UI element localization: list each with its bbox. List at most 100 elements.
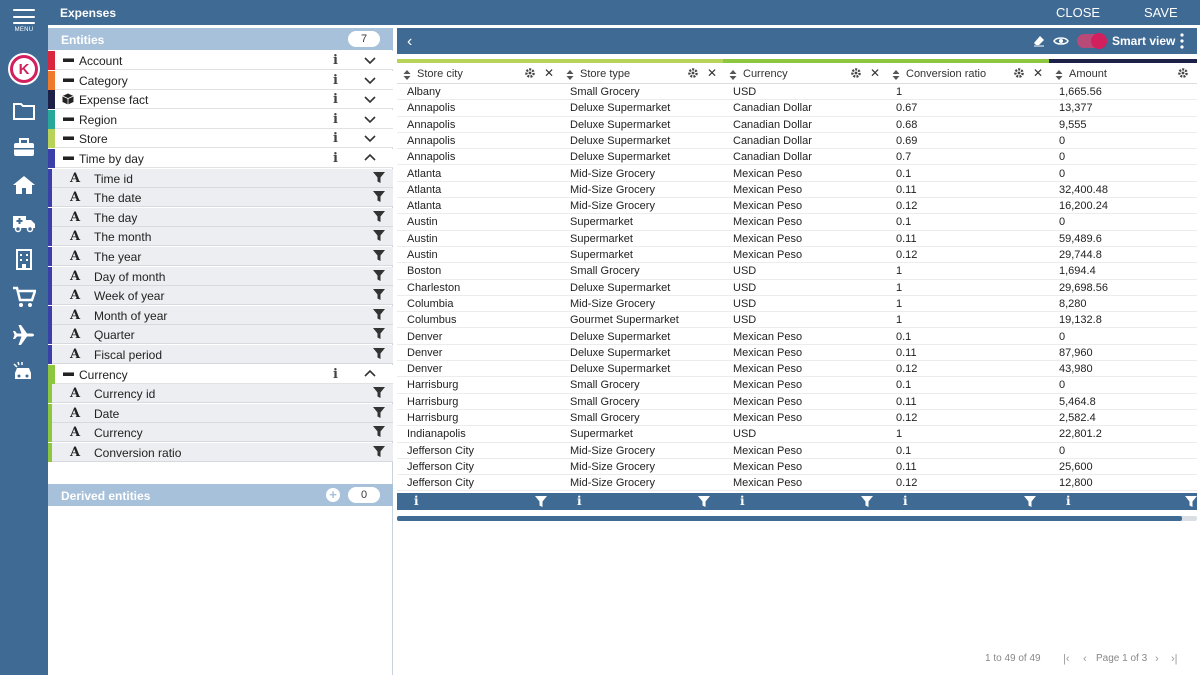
column-filter-icon[interactable]: [861, 496, 873, 508]
table-row[interactable]: Jefferson City Mid-Size Grocery Mexican Pe…: [397, 443, 1197, 459]
filter-icon[interactable]: [373, 308, 385, 321]
table-row[interactable]: Annapolis Deluxe Supermarket Canadian Doll…: [397, 117, 1197, 133]
info-icon[interactable]: i: [333, 131, 338, 146]
scrollbar-thumb[interactable]: [397, 516, 1182, 521]
chevron-up-icon[interactable]: [364, 152, 376, 164]
table-row[interactable]: Denver Deluxe Supermarket Mexican Peso 0.1 0: [397, 329, 1197, 345]
gear-icon[interactable]: [850, 67, 862, 79]
gear-icon[interactable]: [1013, 67, 1025, 79]
column-info-icon[interactable]: i: [1066, 494, 1071, 508]
attribute-row-the-month[interactable]: A The month: [48, 227, 393, 247]
entity-row-store[interactable]: Store i: [48, 129, 393, 149]
building-icon[interactable]: [12, 248, 36, 270]
entity-row-region[interactable]: Region i: [48, 109, 393, 129]
attribute-row-the-day[interactable]: A The day: [48, 207, 393, 227]
filter-icon[interactable]: [373, 191, 385, 203]
sort-icon[interactable]: [566, 69, 574, 80]
car-icon[interactable]: [12, 361, 36, 383]
filter-icon[interactable]: [373, 387, 385, 399]
folder-icon[interactable]: [12, 100, 36, 122]
column-info-icon[interactable]: i: [414, 494, 419, 508]
column-filter-icon[interactable]: [1024, 496, 1036, 508]
sort-icon[interactable]: [892, 69, 900, 80]
filter-icon[interactable]: [373, 210, 385, 223]
add-derived-entity-icon[interactable]: +: [326, 488, 340, 502]
attribute-row-quarter[interactable]: A Quarter: [48, 325, 393, 345]
close-icon[interactable]: ✕: [1033, 66, 1043, 80]
info-icon[interactable]: i: [333, 367, 338, 382]
cart-icon[interactable]: [12, 286, 37, 308]
table-row[interactable]: Columbus Gourmet Supermarket USD 1 19,132.8: [397, 312, 1197, 329]
sort-icon[interactable]: [729, 69, 737, 80]
entity-row-account[interactable]: Account i: [48, 51, 393, 70]
gear-icon[interactable]: [524, 67, 536, 79]
chevron-down-icon[interactable]: [364, 132, 376, 144]
close-icon[interactable]: ✕: [707, 66, 717, 80]
chevron-up-icon[interactable]: [364, 368, 376, 380]
first-page-icon[interactable]: |‹: [1063, 653, 1070, 665]
filter-icon[interactable]: [373, 171, 385, 184]
info-icon[interactable]: i: [333, 151, 338, 166]
table-row[interactable]: Denver Deluxe Supermarket Mexican Peso 0.12…: [397, 361, 1197, 378]
airplane-icon[interactable]: [12, 324, 36, 346]
table-row[interactable]: Indianapolis Supermarket USD 1 22,801.2: [397, 426, 1197, 443]
table-row[interactable]: Albany Small Grocery USD 1 1,665.56: [397, 84, 1197, 101]
table-row[interactable]: Harrisburg Small Grocery Mexican Peso 0.12 2…: [397, 410, 1197, 427]
table-row[interactable]: Annapolis Deluxe Supermarket Canadian Doll…: [397, 100, 1197, 117]
column-filter-icon[interactable]: [1185, 496, 1197, 508]
table-row[interactable]: Atlanta Mid-Size Grocery Mexican Peso 0.1 0: [397, 166, 1197, 182]
info-icon[interactable]: i: [333, 112, 338, 127]
attribute-row-day-of-month[interactable]: A Day of month: [48, 266, 393, 286]
filter-icon[interactable]: [373, 328, 385, 340]
table-row[interactable]: Harrisburg Small Grocery Mexican Peso 0.1 0: [397, 377, 1197, 394]
eye-icon[interactable]: [1053, 35, 1069, 47]
attribute-row-currency-id[interactable]: A Currency id: [48, 384, 393, 404]
table-row[interactable]: Jefferson City Mid-Size Grocery Mexican Pe…: [397, 459, 1197, 476]
table-row[interactable]: Denver Deluxe Supermarket Mexican Peso 0.11…: [397, 345, 1197, 362]
entity-row-expense-fact[interactable]: Expense fact i: [48, 90, 393, 110]
attribute-row-fiscal-period[interactable]: A Fiscal period: [48, 345, 393, 364]
table-row[interactable]: Atlanta Mid-Size Grocery Mexican Peso 0.11 3…: [397, 182, 1197, 199]
entity-row-time-by-day[interactable]: Time by day i: [48, 149, 393, 168]
home-icon[interactable]: [12, 174, 36, 196]
eraser-icon[interactable]: [1033, 35, 1045, 47]
column-header-amount[interactable]: Amount: [1049, 59, 1197, 84]
chevron-down-icon[interactable]: [364, 93, 376, 105]
filter-icon[interactable]: [373, 446, 385, 458]
gear-icon[interactable]: [687, 67, 699, 79]
table-row[interactable]: Annapolis Deluxe Supermarket Canadian Doll…: [397, 133, 1197, 150]
prev-page-icon[interactable]: ‹: [1083, 653, 1087, 665]
sort-icon[interactable]: [1055, 69, 1063, 80]
column-info-icon[interactable]: i: [740, 494, 745, 508]
ambulance-icon[interactable]: [12, 211, 36, 233]
column-filter-icon[interactable]: [535, 496, 547, 508]
briefcase-icon[interactable]: [12, 137, 36, 159]
column-filter-icon[interactable]: [698, 496, 710, 508]
attribute-row-week-of-year[interactable]: A Week of year: [48, 286, 393, 306]
table-row[interactable]: Harrisburg Small Grocery Mexican Peso 0.11 5…: [397, 394, 1197, 410]
filter-icon[interactable]: [373, 406, 385, 419]
app-logo[interactable]: K: [8, 53, 40, 85]
table-row[interactable]: Austin Supermarket Mexican Peso 0.12 29,744.…: [397, 247, 1197, 264]
chevron-down-icon[interactable]: [364, 113, 376, 125]
filter-icon[interactable]: [373, 250, 385, 262]
entity-row-currency[interactable]: Currency i: [48, 364, 393, 384]
info-icon[interactable]: i: [333, 53, 338, 68]
table-row[interactable]: Austin Supermarket Mexican Peso 0.1 0: [397, 214, 1197, 231]
next-page-icon[interactable]: ›: [1155, 653, 1159, 665]
column-header-store-city[interactable]: Store city ✕: [397, 59, 560, 84]
filter-icon[interactable]: [373, 289, 385, 301]
chevron-down-icon[interactable]: [364, 54, 376, 66]
attribute-row-month-of-year[interactable]: A Month of year: [48, 305, 393, 325]
save-button[interactable]: SAVE: [1144, 5, 1178, 20]
attribute-row-the-year[interactable]: A The year: [48, 247, 393, 266]
smart-view-toggle[interactable]: [1077, 33, 1107, 49]
close-icon[interactable]: ✕: [870, 66, 880, 80]
attribute-row-currency[interactable]: A Currency: [48, 423, 393, 443]
attribute-row-time-id[interactable]: A Time id: [48, 168, 393, 188]
table-row[interactable]: Austin Supermarket Mexican Peso 0.11 59,489.…: [397, 231, 1197, 247]
table-row[interactable]: Boston Small Grocery USD 1 1,694.4: [397, 263, 1197, 280]
table-row[interactable]: Columbia Mid-Size Grocery USD 1 8,280: [397, 296, 1197, 313]
column-info-icon[interactable]: i: [903, 494, 908, 508]
attribute-row-date[interactable]: A Date: [48, 403, 393, 423]
